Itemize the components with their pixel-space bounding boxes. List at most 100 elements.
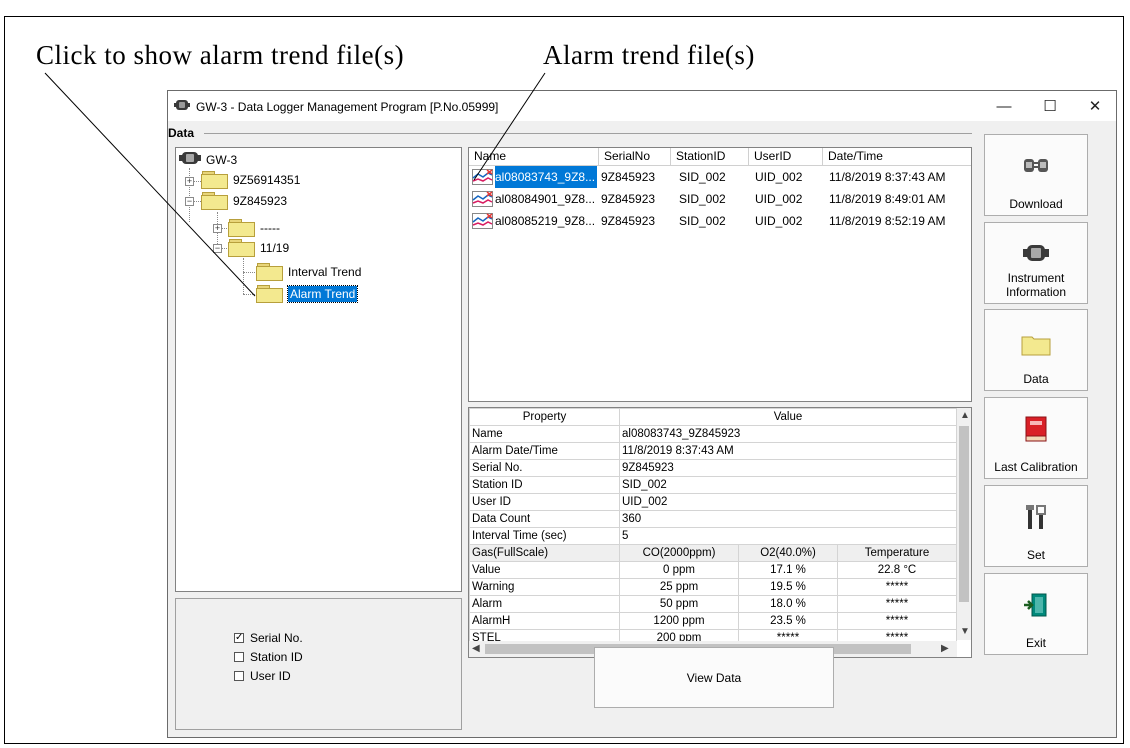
gas-o2-cell: 19.5 %	[738, 578, 838, 596]
user-id-checkbox[interactable]: User ID	[234, 669, 291, 683]
list-header: Name SerialNo StationID UserID Date/Time	[469, 148, 971, 166]
tree-root-label: GW-3	[206, 152, 238, 167]
close-button[interactable]: ✕	[1074, 91, 1116, 121]
calibration-book-icon	[985, 416, 1087, 442]
serial-cell: 9Z845923	[601, 214, 656, 228]
exit-door-icon	[985, 592, 1087, 618]
column-header-name[interactable]: Name	[469, 148, 599, 165]
scroll-down-icon[interactable]: ▼	[960, 626, 970, 637]
tree-node-11-19[interactable]: 11/19	[228, 238, 289, 258]
folder-icon	[228, 238, 256, 258]
column-header-userid[interactable]: UserID	[749, 148, 823, 165]
alarm-trend-file-icon	[472, 191, 493, 207]
last-calibration-button[interactable]: Last Calibration	[984, 397, 1088, 479]
gas-temp-cell: 22.8 °C	[837, 561, 957, 579]
instrument-information-button[interactable]: Instrument Information	[984, 222, 1088, 304]
gas-temp-cell: *****	[837, 612, 957, 630]
data-tree[interactable]: + − + − GW-3 9Z56914351 9Z845923 ----- 1…	[175, 147, 462, 592]
vertical-scrollbar[interactable]: ▲ ▼	[957, 408, 971, 640]
property-value: 11/8/2019 8:37:43 AM	[619, 442, 957, 460]
station-cell: SID_002	[679, 170, 726, 184]
tree-node-alarm-trend[interactable]: Alarm Trend	[256, 284, 359, 304]
window-title: GW-3 - Data Logger Management Program [P…	[196, 100, 499, 114]
scroll-right-icon[interactable]: ▶	[941, 643, 949, 654]
datetime-cell: 11/8/2019 8:37:43 AM	[829, 170, 946, 184]
gas-row-label: Value	[469, 561, 620, 579]
alarm-file-list[interactable]: Name SerialNo StationID UserID Date/Time…	[468, 147, 972, 402]
tree-node-placeholder[interactable]: -----	[228, 218, 280, 238]
gas-row-label: Warning	[469, 578, 620, 596]
instrument-label-line2: Information	[1005, 285, 1067, 299]
minimize-button[interactable]: —	[983, 91, 1025, 121]
alarm-trend-file-icon	[472, 213, 493, 229]
folder-icon	[256, 284, 284, 304]
serial-cell: 9Z845923	[601, 170, 656, 184]
file-properties-grid[interactable]: Property Value Name al08083743_9Z845923 A…	[468, 407, 972, 658]
tree-node-9z845923[interactable]: 9Z845923	[201, 191, 287, 211]
group-divider	[204, 133, 972, 134]
station-id-checkbox[interactable]: Station ID	[234, 650, 303, 664]
set-button[interactable]: Set	[984, 485, 1088, 567]
column-header-datetime[interactable]: Date/Time	[823, 148, 971, 165]
property-label: Name	[469, 425, 620, 443]
download-icon	[985, 155, 1087, 175]
tree-root-gw3[interactable]: GW-3	[179, 151, 237, 168]
datetime-cell: 11/8/2019 8:49:01 AM	[829, 192, 946, 206]
folder-icon	[201, 170, 229, 190]
checkbox-label: User ID	[250, 669, 291, 683]
expand-9z56914351-toggle[interactable]: +	[185, 177, 194, 186]
maximize-button[interactable]: ☐	[1029, 91, 1071, 121]
table-row[interactable]: al08084901_9Z8... 9Z845923 SID_002 UID_0…	[469, 188, 971, 210]
set-label: Set	[1026, 548, 1045, 562]
file-name-cell: al08085219_9Z8...	[495, 214, 596, 228]
view-data-button[interactable]: View Data	[594, 647, 834, 708]
tree-node-9z56914351[interactable]: 9Z56914351	[201, 170, 300, 190]
gas-row-label: Alarm	[469, 595, 620, 613]
user-cell: UID_002	[755, 192, 803, 206]
property-header: Property	[469, 408, 620, 426]
tree-node-interval-trend[interactable]: Interval Trend	[256, 262, 361, 282]
gas-header-temperature: Temperature	[837, 544, 957, 562]
serial-cell: 9Z845923	[601, 192, 656, 206]
checkbox-label: Serial No.	[250, 631, 303, 645]
collapse-9z845923-toggle[interactable]: −	[185, 197, 194, 206]
last-calibration-label: Last Calibration	[994, 460, 1078, 474]
file-name-cell: al08083743_9Z8...	[495, 166, 597, 188]
gas-header-label: Gas(FullScale)	[469, 544, 620, 562]
file-name-cell: al08084901_9Z8...	[495, 192, 596, 206]
table-row[interactable]: al08085219_9Z8... 9Z845923 SID_002 UID_0…	[469, 210, 971, 232]
gas-o2-cell: 17.1 %	[738, 561, 838, 579]
serial-no-checkbox[interactable]: ✓ Serial No.	[234, 631, 303, 645]
tree-node-label: 9Z56914351	[233, 173, 301, 187]
column-header-stationid[interactable]: StationID	[671, 148, 749, 165]
scroll-up-icon[interactable]: ▲	[960, 410, 970, 421]
gas-o2-cell: 23.5 %	[738, 612, 838, 630]
gw3-device-icon	[179, 151, 201, 168]
data-button[interactable]: Data	[984, 309, 1088, 391]
folder-icon	[228, 218, 256, 238]
vertical-scroll-thumb[interactable]	[959, 426, 969, 602]
collapse-11-19-toggle[interactable]: −	[213, 244, 222, 253]
title-bar: GW-3 - Data Logger Management Program [P…	[168, 91, 1116, 121]
table-row[interactable]: al08083743_9Z8... 9Z845923 SID_002 UID_0…	[469, 166, 971, 188]
alarm-trend-file-icon	[472, 169, 493, 185]
data-label: Data	[1023, 372, 1049, 386]
property-label: Data Count	[469, 510, 620, 528]
expand-placeholder-toggle[interactable]: +	[213, 224, 222, 233]
datetime-cell: 11/8/2019 8:52:19 AM	[829, 214, 946, 228]
instrument-label-line1: Instrument	[1007, 271, 1065, 285]
gas-temp-cell: *****	[837, 578, 957, 596]
annotation-show-alarm-files: Click to show alarm trend file(s)	[36, 40, 405, 70]
column-header-serialno[interactable]: SerialNo	[599, 148, 671, 165]
checkbox-label: Station ID	[250, 650, 303, 664]
tools-icon	[985, 504, 1087, 530]
tree-guide	[243, 258, 244, 294]
exit-button[interactable]: Exit	[984, 573, 1088, 655]
download-button[interactable]: Download	[984, 134, 1088, 216]
gas-header-co: CO(2000ppm)	[619, 544, 739, 562]
tree-node-label-selected: Alarm Trend	[286, 285, 359, 303]
gas-temp-cell: *****	[837, 595, 957, 613]
data-folder-icon	[985, 334, 1087, 356]
scroll-left-icon[interactable]: ◀	[472, 643, 480, 654]
property-value: UID_002	[619, 493, 957, 511]
